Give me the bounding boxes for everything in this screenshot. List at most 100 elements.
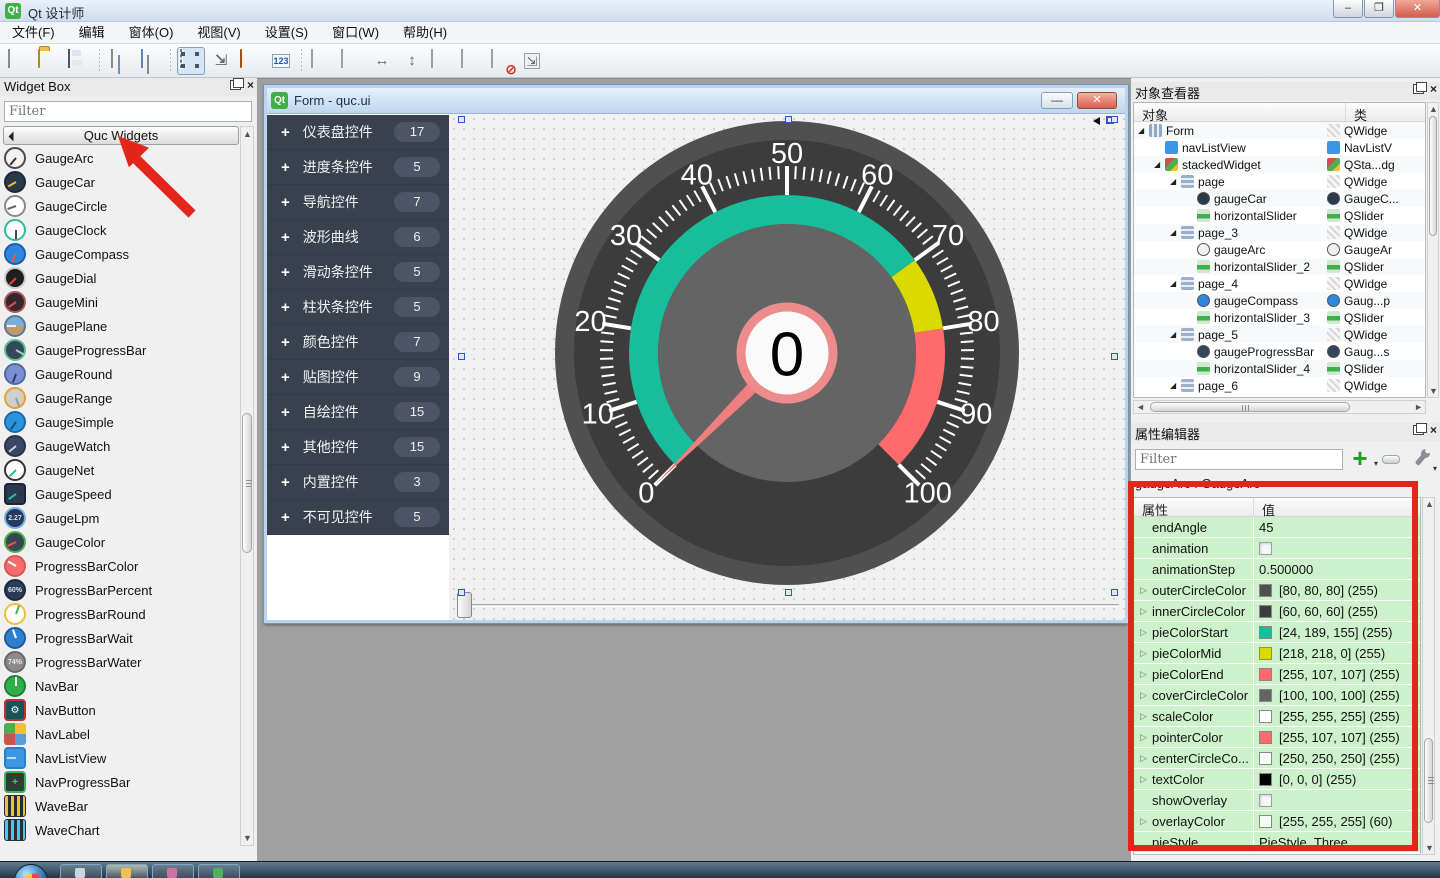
nav-item-柱状条控件[interactable]: +柱状条控件5 bbox=[267, 290, 449, 325]
form-canvas[interactable]: 01020304050607080901000 bbox=[449, 114, 1125, 620]
widget-item-navprogressbar[interactable]: +NavProgressBar bbox=[2, 770, 236, 794]
nav-item-其他控件[interactable]: +其他控件15 bbox=[267, 430, 449, 465]
save-form-icon[interactable] bbox=[65, 47, 93, 75]
nav-item-贴图控件[interactable]: +贴图控件9 bbox=[267, 360, 449, 395]
scrollbar-thumb[interactable] bbox=[1150, 402, 1350, 412]
widget-item-gaugerange[interactable]: GaugeRange bbox=[2, 386, 236, 410]
selection-handle[interactable] bbox=[1111, 589, 1118, 596]
scrollbar-thumb[interactable] bbox=[242, 413, 252, 553]
gauge-arc-widget[interactable]: 01020304050607080901000 bbox=[449, 114, 1125, 620]
widget-list-scrollbar[interactable]: ▲ ▼ bbox=[240, 126, 254, 846]
widget-item-gaugecar[interactable]: GaugeCar bbox=[2, 170, 236, 194]
menu-item[interactable]: 帮助(H) bbox=[391, 22, 459, 44]
open-form-icon[interactable] bbox=[35, 47, 63, 75]
scroll-right-icon[interactable]: ► bbox=[1414, 402, 1423, 412]
float-panel-icon[interactable] bbox=[1413, 425, 1424, 435]
minimize-button[interactable]: – bbox=[1333, 0, 1363, 18]
close-button[interactable]: ✕ bbox=[1395, 0, 1440, 18]
widget-item-gaugedial[interactable]: GaugeDial bbox=[2, 266, 236, 290]
new-form-icon[interactable] bbox=[5, 47, 33, 75]
form-minimize-button[interactable]: — bbox=[1041, 92, 1073, 109]
tree-row-gaugeArc[interactable]: gaugeArcGaugeAr bbox=[1134, 241, 1425, 258]
form-close-button[interactable]: ✕ bbox=[1077, 92, 1117, 109]
column-class[interactable]: 类 bbox=[1346, 103, 1367, 121]
widget-item-progressbarwait[interactable]: ProgressBarWait bbox=[2, 626, 236, 650]
tree-row-navListView[interactable]: navListViewNavListV bbox=[1134, 139, 1425, 156]
widget-item-gaugeclock[interactable]: GaugeClock bbox=[2, 218, 236, 242]
column-object[interactable]: 对象 bbox=[1134, 103, 1346, 121]
widget-item-progressbarpercent[interactable]: 60%ProgressBarPercent bbox=[2, 578, 236, 602]
scroll-down-icon[interactable]: ▼ bbox=[1425, 843, 1434, 853]
expander-expanded-icon[interactable]: ◢ bbox=[1170, 177, 1179, 186]
expander-expanded-icon[interactable]: ◢ bbox=[1170, 279, 1179, 288]
layout-form-icon[interactable] bbox=[458, 47, 486, 75]
layout-horizontal-icon[interactable] bbox=[338, 47, 366, 75]
inspector-vscrollbar[interactable]: ▲ ▼ bbox=[1427, 102, 1439, 398]
form-titlebar[interactable]: Qt Form - quc.ui — ✕ bbox=[267, 88, 1125, 114]
property-filter-input[interactable] bbox=[1135, 449, 1343, 470]
tree-row-page[interactable]: ◢pageQWidge bbox=[1134, 173, 1425, 190]
remove-property-button[interactable] bbox=[1382, 455, 1400, 464]
edit-buddies-icon[interactable] bbox=[237, 47, 265, 75]
widget-item-gaugewatch[interactable]: GaugeWatch bbox=[2, 434, 236, 458]
menu-item[interactable]: 视图(V) bbox=[185, 22, 252, 44]
menu-item[interactable]: 窗体(O) bbox=[117, 22, 186, 44]
close-panel-icon[interactable]: × bbox=[1430, 84, 1437, 94]
scroll-left-icon[interactable]: ◄ bbox=[1136, 402, 1145, 412]
scroll-up-icon[interactable]: ▲ bbox=[243, 129, 252, 139]
widget-item-wavebar[interactable]: WaveBar bbox=[2, 794, 236, 818]
edit-signals-slots-icon[interactable]: ⇲ bbox=[207, 47, 235, 75]
taskbar-button[interactable] bbox=[60, 864, 102, 878]
selection-handle[interactable] bbox=[1111, 116, 1118, 123]
expander-expanded-icon[interactable]: ◢ bbox=[1138, 126, 1147, 135]
nav-item-自绘控件[interactable]: +自绘控件15 bbox=[267, 395, 449, 430]
widget-item-gaugenet[interactable]: GaugeNet bbox=[2, 458, 236, 482]
widget-item-gaugesimple[interactable]: GaugeSimple bbox=[2, 410, 236, 434]
scroll-up-icon[interactable]: ▲ bbox=[1429, 104, 1438, 114]
tree-row-stackedWidget[interactable]: ◢stackedWidgetQSta...dg bbox=[1134, 156, 1425, 173]
tree-row-page_5[interactable]: ◢page_5QWidge bbox=[1134, 326, 1425, 343]
nav-item-滑动条控件[interactable]: +滑动条控件5 bbox=[267, 255, 449, 290]
tree-row-Form[interactable]: ◢FormQWidge bbox=[1134, 122, 1425, 139]
close-panel-icon[interactable]: × bbox=[247, 80, 254, 90]
expander-expanded-icon[interactable]: ◢ bbox=[1170, 381, 1179, 390]
tree-row-horizontalSlider[interactable]: horizontalSliderQSlider bbox=[1134, 207, 1425, 224]
tree-row-page_3[interactable]: ◢page_3QWidge bbox=[1134, 224, 1425, 241]
scroll-down-icon[interactable]: ▼ bbox=[243, 833, 252, 843]
nav-item-波形曲线[interactable]: +波形曲线6 bbox=[267, 220, 449, 255]
widget-item-progressbarwater[interactable]: 74%ProgressBarWater bbox=[2, 650, 236, 674]
selection-handle[interactable] bbox=[458, 589, 465, 596]
layout-grid-icon[interactable] bbox=[428, 47, 456, 75]
configure-wrench-icon[interactable] bbox=[1410, 448, 1432, 470]
widget-item-gaugemini[interactable]: GaugeMini bbox=[2, 290, 236, 314]
widget-item-progressbarcolor[interactable]: ProgressBarColor bbox=[2, 554, 236, 578]
property-vscrollbar[interactable]: ▲ ▼ bbox=[1422, 497, 1435, 855]
widget-item-gaugecolor[interactable]: GaugeColor bbox=[2, 530, 236, 554]
menu-item[interactable]: 窗口(W) bbox=[320, 22, 391, 44]
widget-item-wavechart[interactable]: WaveChart bbox=[2, 818, 236, 842]
taskbar-button[interactable] bbox=[152, 864, 194, 878]
adjust-size-icon[interactable]: ⇲ bbox=[518, 47, 546, 75]
nav-item-导航控件[interactable]: +导航控件7 bbox=[267, 185, 449, 220]
nav-item-仪表盘控件[interactable]: +仪表盘控件17 bbox=[267, 115, 449, 150]
scroll-up-icon[interactable]: ▲ bbox=[1425, 499, 1434, 509]
selection-handle[interactable] bbox=[1111, 353, 1118, 360]
float-panel-icon[interactable] bbox=[1413, 84, 1424, 94]
close-panel-icon[interactable]: × bbox=[1430, 425, 1437, 435]
menu-item[interactable]: 文件(F) bbox=[0, 22, 67, 44]
taskbar-button[interactable] bbox=[198, 864, 240, 878]
window-cascade-icon[interactable] bbox=[106, 47, 134, 75]
tree-row-page_4[interactable]: ◢page_4QWidge bbox=[1134, 275, 1425, 292]
tree-row-page_6[interactable]: ◢page_6QWidge bbox=[1134, 377, 1425, 394]
tree-row-horizontalSlider_4[interactable]: horizontalSlider_4QSlider bbox=[1134, 360, 1425, 377]
widget-item-gaugecompass[interactable]: GaugeCompass bbox=[2, 242, 236, 266]
widget-item-gaugeplane[interactable]: GaugePlane bbox=[2, 314, 236, 338]
nav-item-进度条控件[interactable]: +进度条控件5 bbox=[267, 150, 449, 185]
selection-handle[interactable] bbox=[785, 589, 792, 596]
widget-item-gaugearc[interactable]: GaugeArc bbox=[2, 146, 236, 170]
nav-item-内置控件[interactable]: +内置控件3 bbox=[267, 465, 449, 500]
float-panel-icon[interactable] bbox=[230, 80, 241, 90]
expander-expanded-icon[interactable]: ◢ bbox=[1170, 330, 1179, 339]
selection-handle[interactable] bbox=[458, 353, 465, 360]
widget-item-gaugeprogressbar[interactable]: GaugeProgressBar bbox=[2, 338, 236, 362]
